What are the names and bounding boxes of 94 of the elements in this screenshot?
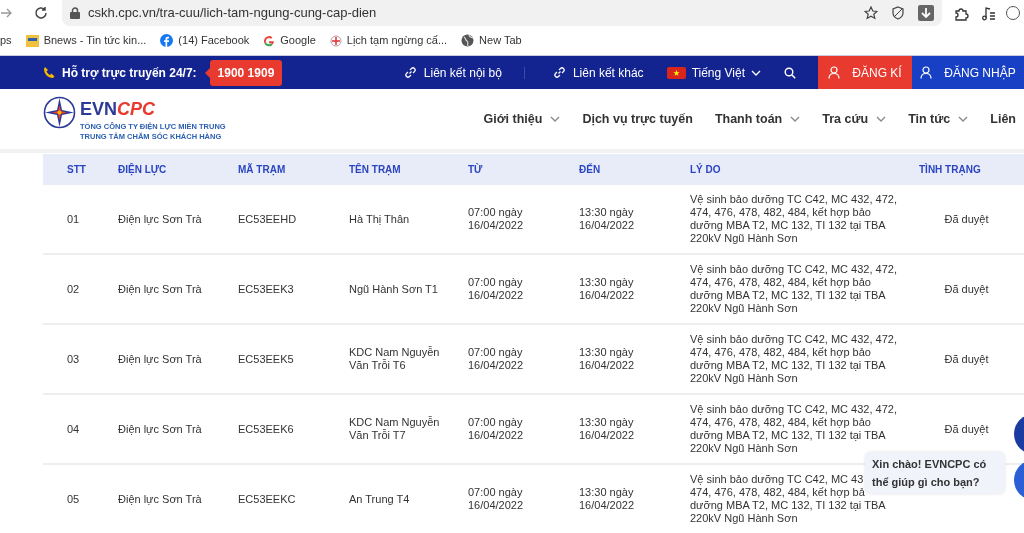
reload-icon[interactable] (34, 6, 48, 20)
table-cell-line: 474, 476, 478, 482, 484, kết hợp bả (690, 486, 865, 499)
nav-menu-item[interactable]: Liên (990, 109, 1016, 129)
table-cell-text: 03 (67, 352, 81, 366)
table-cell-text: 13:30 ngày 16/04/2022 (579, 276, 636, 302)
table-cell-text: Đã duyệt (943, 422, 990, 436)
chat-greeting-bubble[interactable]: Xin chào! EVNCPC có thể giúp gì cho bạn? (865, 452, 1005, 494)
star-icon[interactable] (864, 6, 878, 20)
table-cell-text: 13:30 ngày 16/04/2022 (579, 346, 636, 372)
column-header: MÃ TRẠM (238, 164, 286, 175)
table-cell-text: KDC Nam Nguyễn Văn Trỗi T7 (349, 416, 441, 442)
evn-logo-icon (43, 96, 76, 129)
address-bar[interactable]: cskh.cpc.vn/tra-cuu/lich-tam-ngung-cung-cap-dien (62, 0, 942, 26)
google-icon (263, 34, 276, 47)
table-cell-text: 04 (67, 422, 81, 436)
playlist-icon[interactable] (981, 5, 996, 21)
top-link[interactable]: Liên kết nội bộ (423, 63, 502, 82)
bookmark-link[interactable]: (14) Facebook (178, 32, 250, 49)
phone-icon (43, 66, 56, 79)
globe-icon (461, 34, 475, 47)
forward-arrow-icon[interactable] (0, 7, 12, 19)
brand-logo-text: EVNCPC (80, 98, 157, 120)
table-cell-text: 01 (67, 212, 81, 226)
table-cell-text: 07:00 ngày 16/04/2022 (468, 276, 525, 302)
table-cell-line: 220kV Ngũ Hành Sơn (690, 512, 798, 525)
table-cell-text: 13:30 ngày 16/04/2022 (579, 416, 636, 442)
search-icon[interactable] (784, 66, 796, 79)
column-header: TỪ (468, 164, 483, 175)
bookmark-link[interactable]: ps (0, 32, 12, 49)
bookmark-link[interactable]: Google (280, 32, 316, 49)
table-cell-line: dưỡng MBA T2, MC 132, TI 132 tại TBA (690, 499, 886, 512)
column-header: STT (67, 164, 86, 175)
hotline-label: Hỗ trợ trực truyến 24/7: (62, 64, 197, 82)
facebook-icon (160, 34, 174, 47)
table-cell-text: Điện lực Sơn Trà (118, 352, 203, 366)
shield-icon[interactable] (892, 6, 904, 20)
table-cell-text: Đã duyệt (943, 352, 990, 366)
table-cell-text: Điện lực Sơn Trà (118, 492, 203, 506)
column-header: ĐẾN (579, 164, 601, 175)
table-cell-text: KDC Nam Nguyễn Văn Trỗi T6 (349, 346, 441, 372)
lock-icon (70, 7, 80, 19)
download-icon[interactable] (918, 5, 934, 21)
table-cell-text: Điện lực Sơn Trà (118, 282, 203, 296)
table-cell-text: 07:00 ngày 16/04/2022 (468, 486, 525, 512)
table-cell-text: 13:30 ngày 16/04/2022 (579, 206, 636, 232)
column-header: TÊN TRẠM (349, 164, 401, 175)
column-header: LÝ DO (690, 164, 721, 175)
login-button[interactable]: ĐĂNG NHẬP (912, 56, 1024, 89)
table-cell-text: Đã duyệt (943, 212, 990, 226)
nav-menu-item[interactable]: Dịch vụ trực tuyến (582, 109, 693, 129)
bookmark-link[interactable]: Lịch tạm ngừng cấ... (346, 32, 448, 49)
table-cell-text: An Trung T4 (349, 492, 411, 506)
chevron-down-icon (751, 69, 761, 76)
table-cell-text: Vệ sinh bảo dưỡng TC C42, MC 432, 472, 474, 476, 478, 482, 484, kết hợp bảo dưỡng MBA T2, MC 132, TI 132 tại TBA 220kV Ngũ Hành Sơn (690, 333, 898, 385)
table-cell-text: Vệ sinh bảo dưỡng TC C42, MC 432, 472, 474, 476, 478, 482, 484, kết hợp bảo dưỡng MBA T2, MC 132, TI 132 tại TBA 220kV Ngũ Hành Sơn (690, 193, 898, 245)
nav-menu-item[interactable]: Tra cứu (822, 109, 869, 129)
top-link[interactable]: Liên kết khác (572, 63, 644, 82)
table-cell-text: Vệ sinh bảo dưỡng TC C42, MC 432, 472, 474, 476, 478, 482, 484, kết hợp bảo dưỡng MBA T2, MC 132, TI 132 tại TBA 220kV Ngũ Hành Sơn (690, 403, 898, 455)
table-cell-text: Đã duyệt (943, 282, 990, 296)
hotline-number[interactable]: 1900 1909 (209, 59, 283, 86)
table-cell-text: EC53EEK6 (238, 422, 295, 436)
url-text: cskh.cpc.vn/tra-cuu/lich-tam-ngung-cung-cap-dien (88, 4, 377, 23)
table-cell-text: EC53EEK3 (238, 282, 295, 296)
nav-menu-item[interactable]: Giới thiệu (483, 109, 543, 129)
table-cell-text: 07:00 ngày 16/04/2022 (468, 206, 525, 232)
user-icon (920, 66, 933, 79)
puzzle-icon[interactable] (954, 5, 969, 21)
table-cell-text: Điện lực Sơn Trà (118, 212, 203, 226)
table-cell-text: 13:30 ngày 16/04/2022 (579, 486, 636, 512)
table-cell-text: Điện lực Sơn Trà (118, 422, 203, 436)
link-icon (403, 66, 417, 79)
column-header: TÌNH TRẠNG (919, 164, 981, 175)
column-header: ĐIỆN LỰC (118, 164, 167, 175)
link-icon (552, 66, 566, 79)
language-selector[interactable]: Tiếng Việt (691, 63, 745, 82)
table-cell-text: Vệ sinh bảo dưỡng TC C42, MC 432, 472, 474, 476, 478, 482, 484, kết hợp bảo dưỡng MBA T2, MC 132, TI 132 tại TBA 220kV Ngũ Hành Sơn (690, 263, 898, 315)
table-cell-text: EC53EEHD (238, 212, 298, 226)
table-cell-text: EC53EEKC (238, 492, 297, 506)
table-cell-text: Ngũ Hành Sơn T1 (349, 282, 439, 296)
nav-menu-item[interactable]: Thanh toán (714, 109, 783, 129)
table-cell-text: 07:00 ngày 16/04/2022 (468, 416, 525, 442)
vietnam-flag-icon (666, 66, 686, 79)
bookmark-link[interactable]: New Tab (479, 32, 522, 49)
table-cell-text: EC53EEK5 (238, 352, 295, 366)
table-cell-text: 05 (67, 492, 81, 506)
register-button[interactable]: ĐĂNG KÍ (818, 56, 912, 89)
bookmark-link[interactable]: Bnews - Tin tức kin... (43, 32, 147, 49)
nav-menu-item[interactable]: Tin tức (908, 109, 951, 129)
table-cell-text: 02 (67, 282, 81, 296)
user-icon (828, 66, 841, 79)
table-cell-text: 07:00 ngày 16/04/2022 (468, 346, 525, 372)
news-icon (25, 34, 39, 47)
table-cell-text: Hà Thị Thân (349, 212, 411, 226)
table-cell-line: Vệ sinh bảo dưỡng TC C42, MC 43 (690, 473, 864, 486)
